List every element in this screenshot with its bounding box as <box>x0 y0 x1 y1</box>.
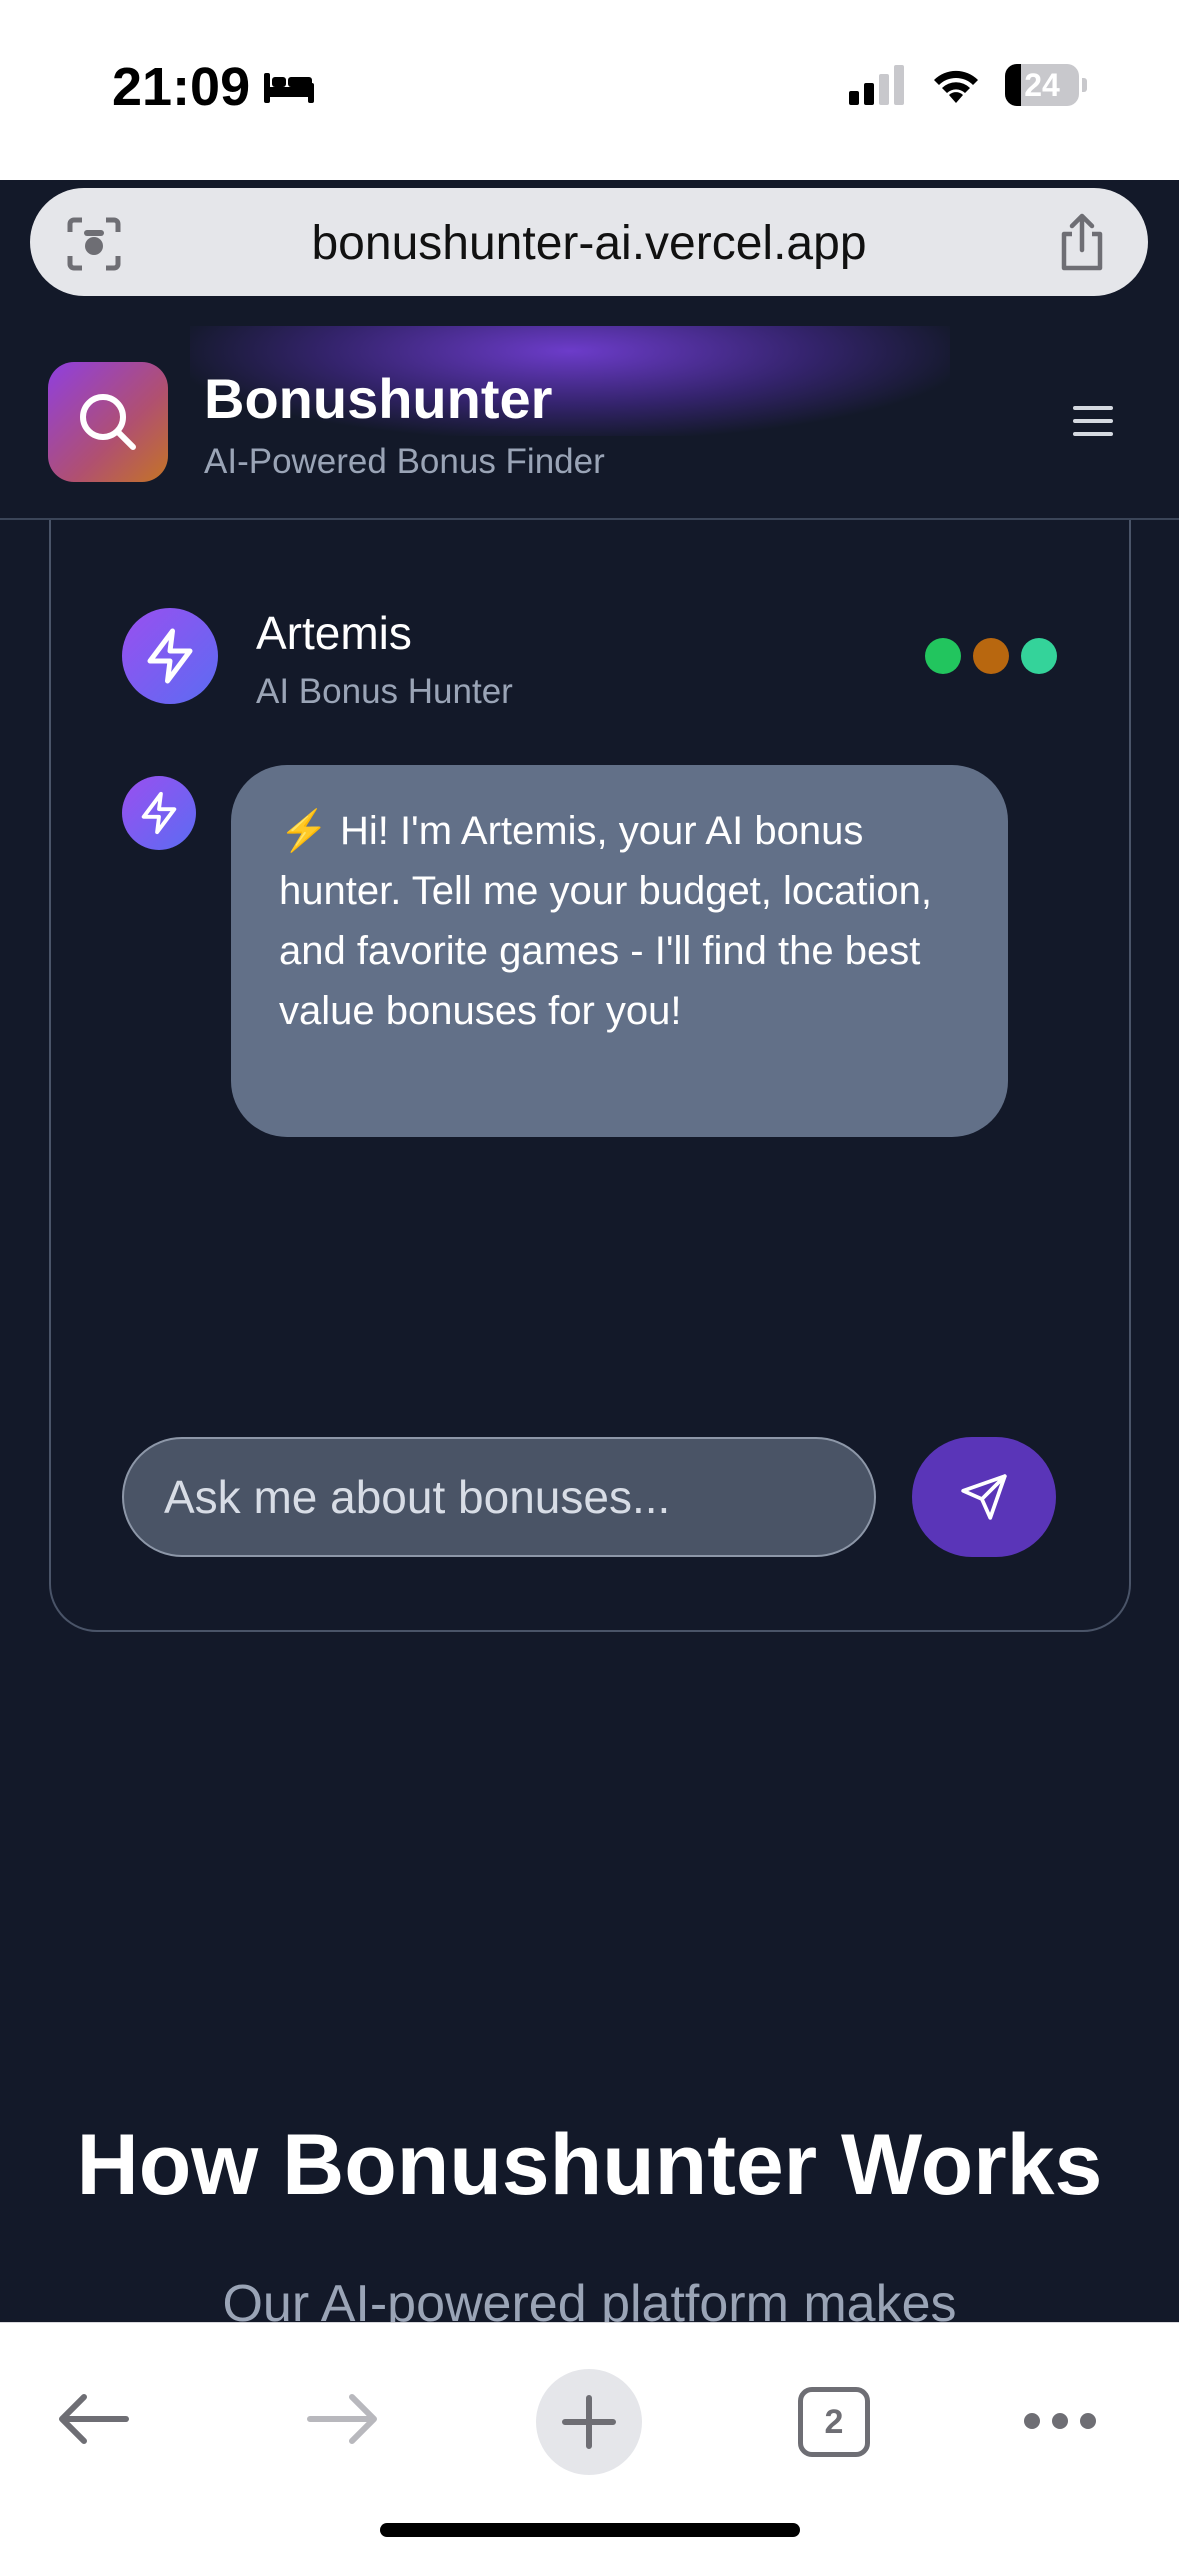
bed-icon <box>264 73 315 103</box>
menu-icon[interactable] <box>1073 406 1113 438</box>
share-icon[interactable] <box>1054 212 1110 272</box>
search-icon <box>80 394 136 450</box>
plus-icon <box>562 2395 616 2449</box>
brand-subtitle: AI-Powered Bonus Finder <box>204 442 605 481</box>
status-bar: 21:09 24 <box>0 0 1179 180</box>
browser-toolbar: 2 <box>0 2322 1179 2556</box>
status-dots <box>925 638 1057 674</box>
clock: 21:09 <box>112 57 251 117</box>
agent-avatar <box>122 608 218 704</box>
message-text: Hi! I'm Artemis, your AI bonus hunter. T… <box>279 809 933 1033</box>
status-time: 21:09 <box>112 56 316 118</box>
send-button[interactable] <box>912 1437 1056 1557</box>
tabs-icon[interactable]: 2 <box>798 2387 870 2457</box>
lightning-icon <box>141 791 177 835</box>
status-dot-green <box>925 638 961 674</box>
back-arrow-icon[interactable] <box>58 2393 130 2445</box>
lightning-icon <box>147 628 193 684</box>
url-text[interactable]: bonushunter-ai.vercel.app <box>30 216 1148 271</box>
chat-input[interactable] <box>122 1437 876 1557</box>
home-indicator <box>380 2523 800 2537</box>
battery-level: 24 <box>1024 66 1060 103</box>
more-icon[interactable] <box>1024 2413 1096 2429</box>
status-indicators: 24 <box>849 64 1087 106</box>
agent-role: AI Bonus Hunter <box>256 672 513 711</box>
tab-count: 2 <box>824 2402 844 2441</box>
app-logo[interactable] <box>48 362 168 482</box>
status-dot-teal <box>1021 638 1057 674</box>
new-tab-button[interactable] <box>536 2369 642 2475</box>
message-emoji: ⚡ <box>279 809 329 853</box>
forward-arrow-icon[interactable] <box>306 2393 378 2445</box>
message-avatar <box>122 776 196 850</box>
wifi-icon <box>934 70 978 103</box>
agent-name: Artemis <box>256 607 412 659</box>
brand-title: Bonushunter <box>204 367 553 430</box>
status-dot-orange <box>973 638 1009 674</box>
send-icon <box>961 1474 1007 1520</box>
battery-icon: 24 <box>1005 64 1087 106</box>
app-header: Bonushunter AI-Powered Bonus Finder <box>0 326 1179 520</box>
section-title: How Bonushunter Works <box>76 2117 1103 2213</box>
assistant-message: ⚡ Hi! I'm Artemis, your AI bonus hunter.… <box>231 765 1008 1137</box>
url-bar[interactable]: bonushunter-ai.vercel.app <box>30 188 1148 296</box>
signal-icon <box>849 65 904 105</box>
